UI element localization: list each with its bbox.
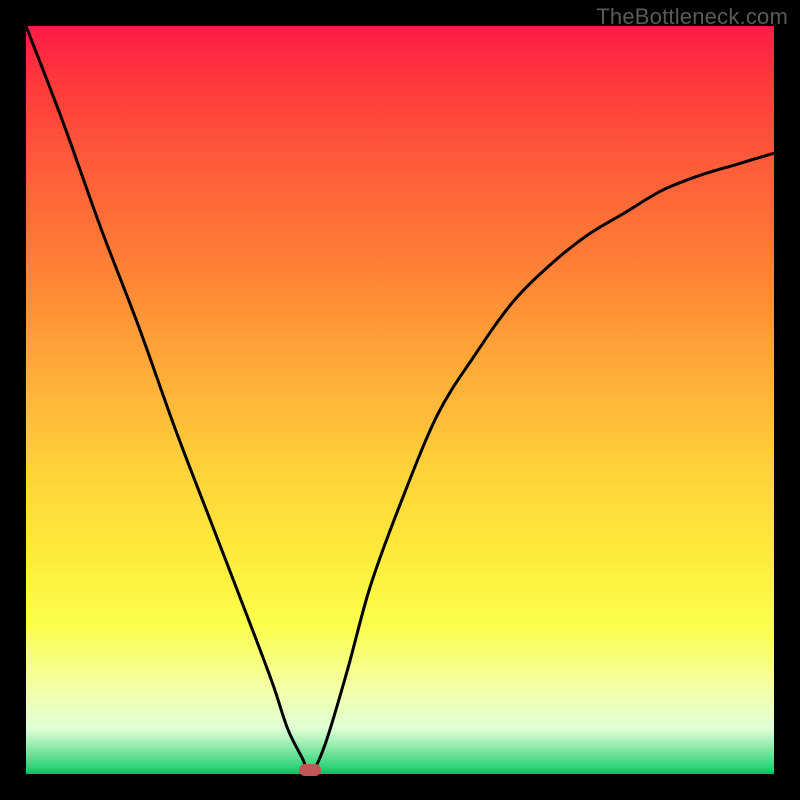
curve-svg [26, 26, 774, 774]
bottleneck-curve [26, 26, 774, 774]
minimum-marker [299, 764, 321, 776]
watermark-text: TheBottleneck.com [596, 4, 788, 30]
plot-area [26, 26, 774, 774]
chart-frame: TheBottleneck.com [0, 0, 800, 800]
